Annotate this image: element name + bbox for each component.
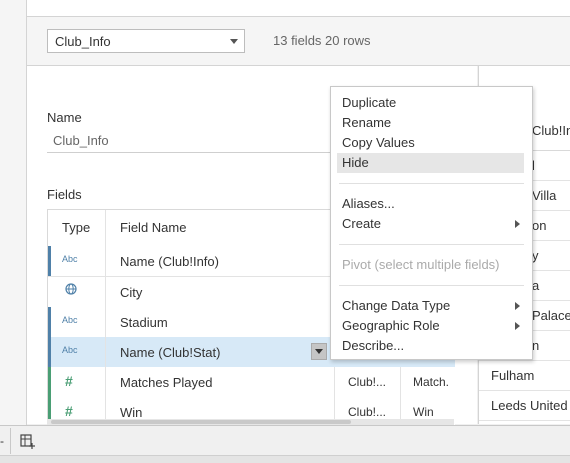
column-divider [105,210,106,246]
column-divider [105,277,106,307]
column-divider [105,307,106,337]
type-column-header[interactable]: Type [62,220,90,235]
menu-item-create[interactable]: Create [331,214,532,234]
menu-item-describe[interactable]: Describe... [331,336,532,356]
menu-item-label: Describe... [342,338,405,353]
preview-cell: a [532,278,540,293]
field-name: City [120,285,143,300]
preview-cell: Fulham [491,368,535,383]
preview-row: Fulham [479,360,570,391]
menu-separator [339,244,524,245]
table-name-value: Club_Info [53,133,109,148]
field-name: Stadium [120,315,168,330]
menu-item-hide[interactable]: Hide [337,153,524,173]
menu-item-label: Pivot (select multiple fields) [342,257,500,272]
canvas-top [26,0,570,17]
table-select-value: Club_Info [55,34,111,49]
field-remote-name: Match. [413,375,450,389]
menu-item-label: Change Data Type [342,298,451,313]
menu-item-pivot: Pivot (select multiple fields) [331,255,532,275]
menu-item-aliases[interactable]: Aliases... [331,194,532,214]
left-gutter [0,0,27,425]
column-divider [105,337,106,367]
number-type-icon[interactable]: # [65,373,73,389]
menu-separator [339,183,524,184]
field-context-menu: Duplicate Rename Copy Values Hide Aliase… [330,86,533,360]
preview-cell: on [532,218,547,233]
preview-column-header[interactable]: Club!In [532,123,570,138]
table-row[interactable]: # Matches Played Club!... Match. [48,367,455,398]
sheet-tabs-bar: - [0,425,570,456]
chevron-down-icon [230,39,238,44]
menu-item-label: Aliases... [342,196,395,211]
scrollbar-thumb[interactable] [51,420,351,424]
field-menu-button[interactable] [311,343,327,360]
dimension-bar [48,246,51,276]
name-label: Name [47,110,82,125]
menu-item-label: Copy Values [342,135,415,150]
table-name-field[interactable]: Club_Info [47,130,337,153]
field-table: Club!... [348,405,387,419]
preview-cell: n [532,338,540,353]
field-name: Win [120,405,143,420]
dimension-bar [48,307,51,337]
column-divider [105,367,106,397]
menu-item-copy-values[interactable]: Copy Values [331,133,532,153]
field-name: Matches Played [120,375,213,390]
tab-divider [10,428,11,454]
number-type-icon[interactable]: # [65,403,73,419]
table-select[interactable]: Club_Info [47,29,245,53]
column-divider [334,367,335,397]
field-table: Club!... [348,375,387,389]
field-remote-name: Win [413,405,434,419]
menu-item-label: Geographic Role [342,318,440,333]
chevron-right-icon [515,302,520,310]
menu-item-label: Duplicate [342,95,397,110]
fields-label: Fields [47,187,82,202]
menu-item-label: Rename [342,115,392,130]
menu-item-change-data-type[interactable]: Change Data Type [331,296,532,316]
column-divider [400,367,401,397]
string-type-icon[interactable]: Abc [62,315,78,325]
field-name: Name (Club!Stat) [120,345,221,360]
menu-item-rename[interactable]: Rename [331,113,532,133]
menu-item-label: Hide [342,155,369,170]
new-worksheet-icon[interactable] [19,432,37,450]
menu-item-geographic-role[interactable]: Geographic Role [331,316,532,336]
field-name: Name (Club!Info) [120,254,219,269]
preview-cell: Palace [532,308,570,323]
preview-cell: Leeds United [491,398,568,413]
dimension-bar [48,337,51,367]
chevron-right-icon [515,322,520,330]
menu-item-label: Create [342,216,382,231]
field-name-column-header[interactable]: Field Name [120,220,186,235]
menu-item-duplicate[interactable]: Duplicate [331,93,532,113]
globe-icon[interactable] [65,283,77,295]
column-divider [105,246,106,276]
preview-row: Leeds United [479,390,570,421]
field-count: 13 fields 20 rows [273,33,371,48]
string-type-icon[interactable]: Abc [62,254,78,264]
menu-separator [339,285,524,286]
chevron-right-icon [515,220,520,228]
string-type-icon[interactable]: Abc [62,345,78,355]
measure-bar [48,367,51,397]
data-source-tab-edge[interactable]: - [0,434,4,448]
preview-cell: Villa [532,188,557,203]
